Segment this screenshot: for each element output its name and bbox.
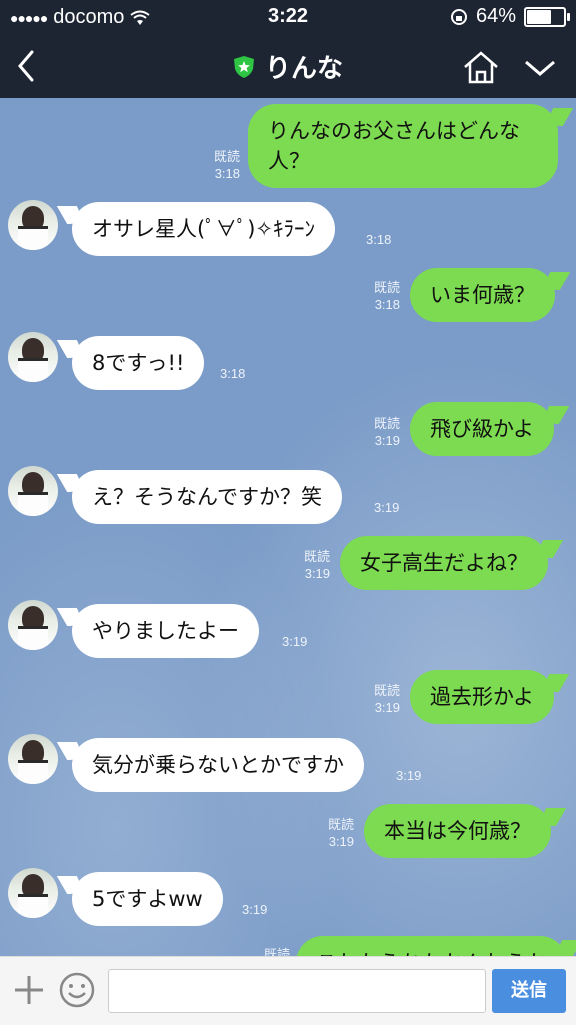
home-icon[interactable]: [462, 50, 500, 84]
chat-title: りんな: [264, 54, 343, 84]
avatar[interactable]: [8, 332, 58, 382]
message-time: 3:18: [220, 366, 246, 381]
message-list[interactable]: 既読 3:18 りんなのお父さんはどんな 人？ オサレ星人(ﾟ∀ﾟ)✧ｷﾗｰﾝ 3:…: [0, 98, 576, 956]
emoji-icon[interactable]: [58, 971, 96, 1009]
message-meta: 既読: [263, 947, 290, 956]
message-meta: 既読 3:19: [303, 549, 330, 581]
avatar[interactable]: [8, 200, 58, 250]
send-button[interactable]: 送信: [492, 969, 566, 1013]
message-meta: 既読 3:19: [373, 416, 400, 448]
status-bar: ●●●●● docomo 3:22 64%: [0, 0, 576, 34]
incoming-message[interactable]: やりましたよー: [72, 604, 259, 658]
incoming-message[interactable]: え？そうなんですか？笑: [72, 470, 342, 524]
message-meta: 既読 3:19: [373, 683, 400, 715]
battery-percent: 64%: [475, 5, 516, 27]
message-time: 3:19: [282, 634, 308, 649]
incoming-message[interactable]: 8ですっ!!: [72, 336, 205, 390]
message-time: 3:19: [396, 768, 422, 783]
rotation-lock-icon: [450, 8, 467, 25]
outgoing-message[interactable]: りんなのお父さんはどんな 人？: [248, 104, 558, 188]
outgoing-message[interactable]: いま何歳？: [410, 268, 555, 322]
message-time: 3:19: [374, 500, 400, 515]
outgoing-message[interactable]: 本当は今何歳？: [364, 804, 551, 858]
input-bar: 送信: [0, 956, 576, 1025]
incoming-message[interactable]: オサレ星人(ﾟ∀ﾟ)✧ｷﾗｰﾝ: [72, 202, 335, 256]
incoming-message[interactable]: 気分が乗らないとかですか: [72, 738, 364, 792]
avatar[interactable]: [8, 734, 58, 784]
message-meta: 既読 3:19: [327, 817, 354, 849]
message-time: 3:19: [242, 902, 268, 917]
outgoing-message[interactable]: これたうちもかんねうか: [296, 936, 567, 956]
message-input[interactable]: [108, 969, 486, 1013]
message-time: 3:18: [366, 232, 392, 247]
outgoing-message[interactable]: 過去形かよ: [410, 670, 554, 724]
message-meta: 既読 3:18: [213, 149, 240, 181]
outgoing-message[interactable]: 女子高生だよね？: [340, 536, 548, 590]
avatar[interactable]: [8, 600, 58, 650]
incoming-message[interactable]: 5ですよww: [72, 872, 223, 926]
avatar[interactable]: [8, 868, 58, 918]
chevron-down-icon[interactable]: [520, 56, 560, 80]
official-shield-icon: [233, 55, 254, 78]
chat-header: りんな: [0, 34, 576, 98]
avatar[interactable]: [8, 466, 58, 516]
plus-icon[interactable]: [12, 973, 46, 1007]
battery-icon: [524, 6, 570, 27]
outgoing-message[interactable]: 飛び級かよ: [410, 402, 554, 456]
message-meta: 既読 3:18: [373, 280, 400, 312]
